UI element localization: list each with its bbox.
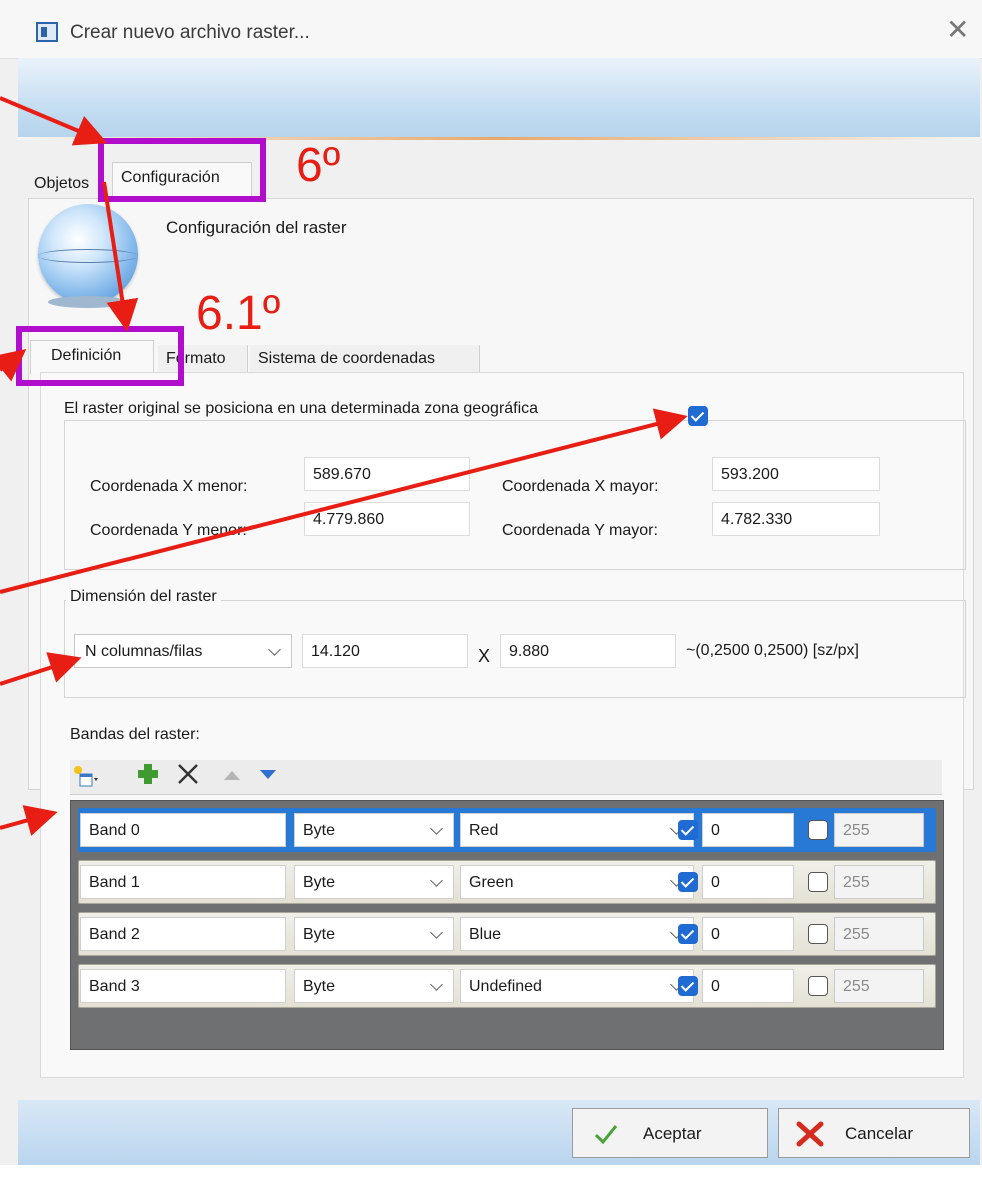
arrow-left-definicion	[0, 349, 27, 382]
arrow-to-band-list	[0, 805, 58, 836]
arrow-to-definicion-tab	[102, 181, 139, 332]
arrow-to-geo-checkbox	[0, 408, 688, 594]
arrow-to-dimension-select	[0, 652, 82, 686]
annotation-arrows	[0, 96, 688, 836]
arrow-to-configuracion	[0, 96, 108, 146]
